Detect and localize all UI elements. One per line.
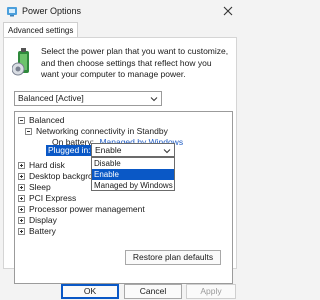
apply-button[interactable]: Apply <box>186 284 236 299</box>
window-title: Power Options <box>22 6 82 16</box>
expand-icon[interactable] <box>18 206 25 213</box>
tree-node-networking-label: Networking connectivity in Standby <box>36 126 168 136</box>
power-plan-select-value: Balanced [Active] <box>18 93 84 103</box>
plugged-in-dropdown: Disable Enable Managed by Windows <box>91 157 175 191</box>
tree-node-label: Sleep <box>29 182 51 192</box>
restore-defaults-button[interactable]: Restore plan defaults <box>125 250 221 265</box>
dropdown-option-enable[interactable]: Enable <box>92 169 174 180</box>
power-plan-icon <box>12 48 29 76</box>
tree-node-label: Battery <box>29 226 56 236</box>
dropdown-option-disable[interactable]: Disable <box>92 158 174 169</box>
plugged-in-select[interactable]: Enable <box>91 143 175 157</box>
chevron-down-icon <box>150 97 158 102</box>
settings-panel: Select the power plan that you want to c… <box>3 37 237 284</box>
power-plan-select[interactable]: Balanced [Active] <box>14 91 162 106</box>
expand-icon[interactable] <box>18 195 25 202</box>
tree-node-balanced-label: Balanced <box>29 115 65 125</box>
dropdown-option-managed[interactable]: Managed by Windows <box>92 180 174 191</box>
tab-strip: Advanced settings <box>0 22 240 38</box>
close-icon <box>223 6 233 16</box>
tree-node-label: Processor power management <box>29 204 145 214</box>
tree-node-label: PCI Express <box>29 193 77 203</box>
expand-icon[interactable] <box>18 228 25 235</box>
tab-advanced-settings[interactable]: Advanced settings <box>3 22 79 38</box>
expand-icon[interactable] <box>18 173 25 180</box>
title-bar: Power Options <box>0 0 240 22</box>
collapse-icon[interactable] <box>18 117 25 124</box>
ok-button[interactable]: OK <box>61 284 119 299</box>
close-button[interactable] <box>220 3 236 19</box>
chevron-down-icon <box>163 149 171 154</box>
power-options-icon <box>7 7 17 17</box>
intro-text: Select the power plan that you want to c… <box>41 46 229 79</box>
cancel-button[interactable]: Cancel <box>124 284 182 299</box>
tree-node-label: Display <box>29 215 57 225</box>
tree-node-label: Hard disk <box>29 160 65 170</box>
plugged-in-label: Plugged in: <box>46 145 93 156</box>
expand-icon[interactable] <box>18 162 25 169</box>
plugged-in-select-value: Enable <box>95 145 122 155</box>
collapse-icon[interactable] <box>25 128 32 135</box>
expand-icon[interactable] <box>18 184 25 191</box>
expand-icon[interactable] <box>18 217 25 224</box>
